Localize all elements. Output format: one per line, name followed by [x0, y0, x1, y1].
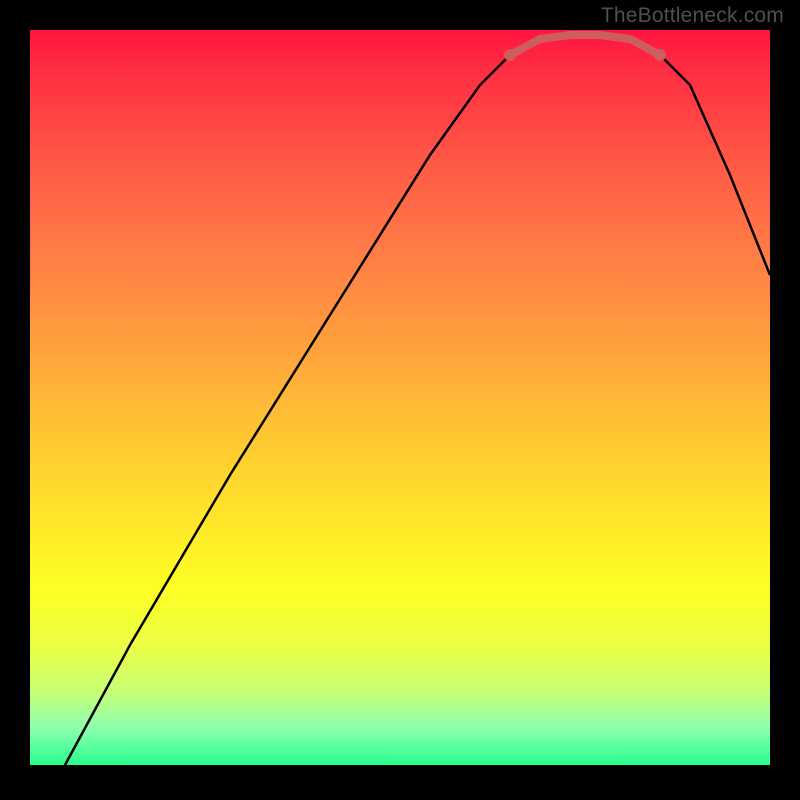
- plot-area: [30, 30, 770, 765]
- bottleneck-curve: [65, 35, 770, 765]
- optimal-range-start-dot: [504, 49, 516, 61]
- optimal-range-highlight: [510, 35, 660, 55]
- chart-frame: TheBottleneck.com: [0, 0, 800, 800]
- optimal-range-end-dot: [654, 49, 666, 61]
- chart-overlay: [30, 30, 770, 765]
- watermark-text: TheBottleneck.com: [601, 4, 784, 28]
